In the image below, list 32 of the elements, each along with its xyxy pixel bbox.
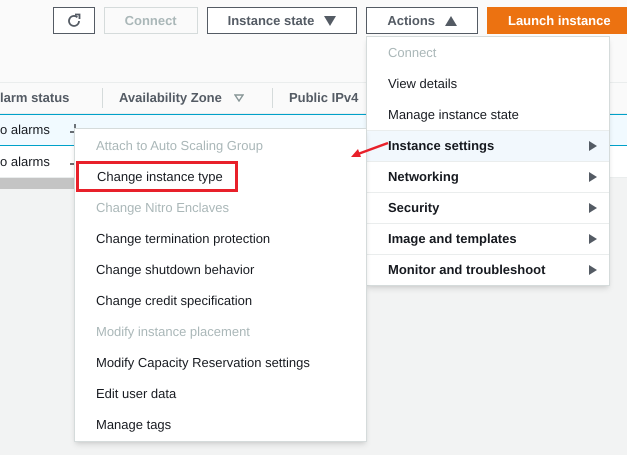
dropdown-button[interactable]: Actions: [366, 7, 478, 34]
menu-item[interactable]: Change shutdown behavior: [75, 260, 254, 280]
menu-item[interactable]: Change instance type: [76, 160, 238, 192]
sort-icon[interactable]: [234, 94, 244, 102]
menu-item[interactable]: Image and templates: [367, 223, 609, 254]
caret-down-icon: [324, 16, 336, 26]
column-header[interactable]: Availability Zone: [119, 88, 222, 108]
column-header[interactable]: larm status: [0, 88, 70, 108]
menu-item[interactable]: Networking: [367, 161, 609, 192]
table-cell-text: o alarms: [0, 152, 51, 171]
menu-item[interactable]: Edit user data: [75, 384, 176, 404]
refresh-button[interactable]: [53, 7, 95, 34]
menu-item[interactable]: Modify Capacity Reservation settings: [75, 352, 310, 372]
menu-item[interactable]: Change credit specification: [75, 290, 252, 310]
column-header[interactable]: Public IPv4: [289, 88, 358, 108]
menu-item[interactable]: Change termination protection: [75, 228, 270, 248]
chevron-right-icon: [589, 172, 597, 182]
menu-item[interactable]: Manage tags: [75, 414, 172, 434]
menu-item[interactable]: View details: [367, 68, 609, 99]
caret-up-icon: [445, 16, 457, 26]
table-cell-text: o alarms: [0, 121, 51, 140]
menu-item[interactable]: Monitor and troubleshoot: [367, 254, 609, 285]
chevron-right-icon: [589, 234, 597, 244]
refresh-icon: [66, 12, 82, 28]
chevron-right-icon: [589, 265, 597, 275]
chevron-right-icon: [589, 203, 597, 213]
menu-item[interactable]: Instance settings: [367, 130, 609, 161]
menu-item[interactable]: Manage instance state: [367, 99, 609, 130]
menu-item[interactable]: Security: [367, 192, 609, 223]
dropdown-button[interactable]: Instance state: [206, 7, 358, 34]
arrow: [350, 141, 390, 159]
chevron-right-icon: [589, 141, 597, 151]
